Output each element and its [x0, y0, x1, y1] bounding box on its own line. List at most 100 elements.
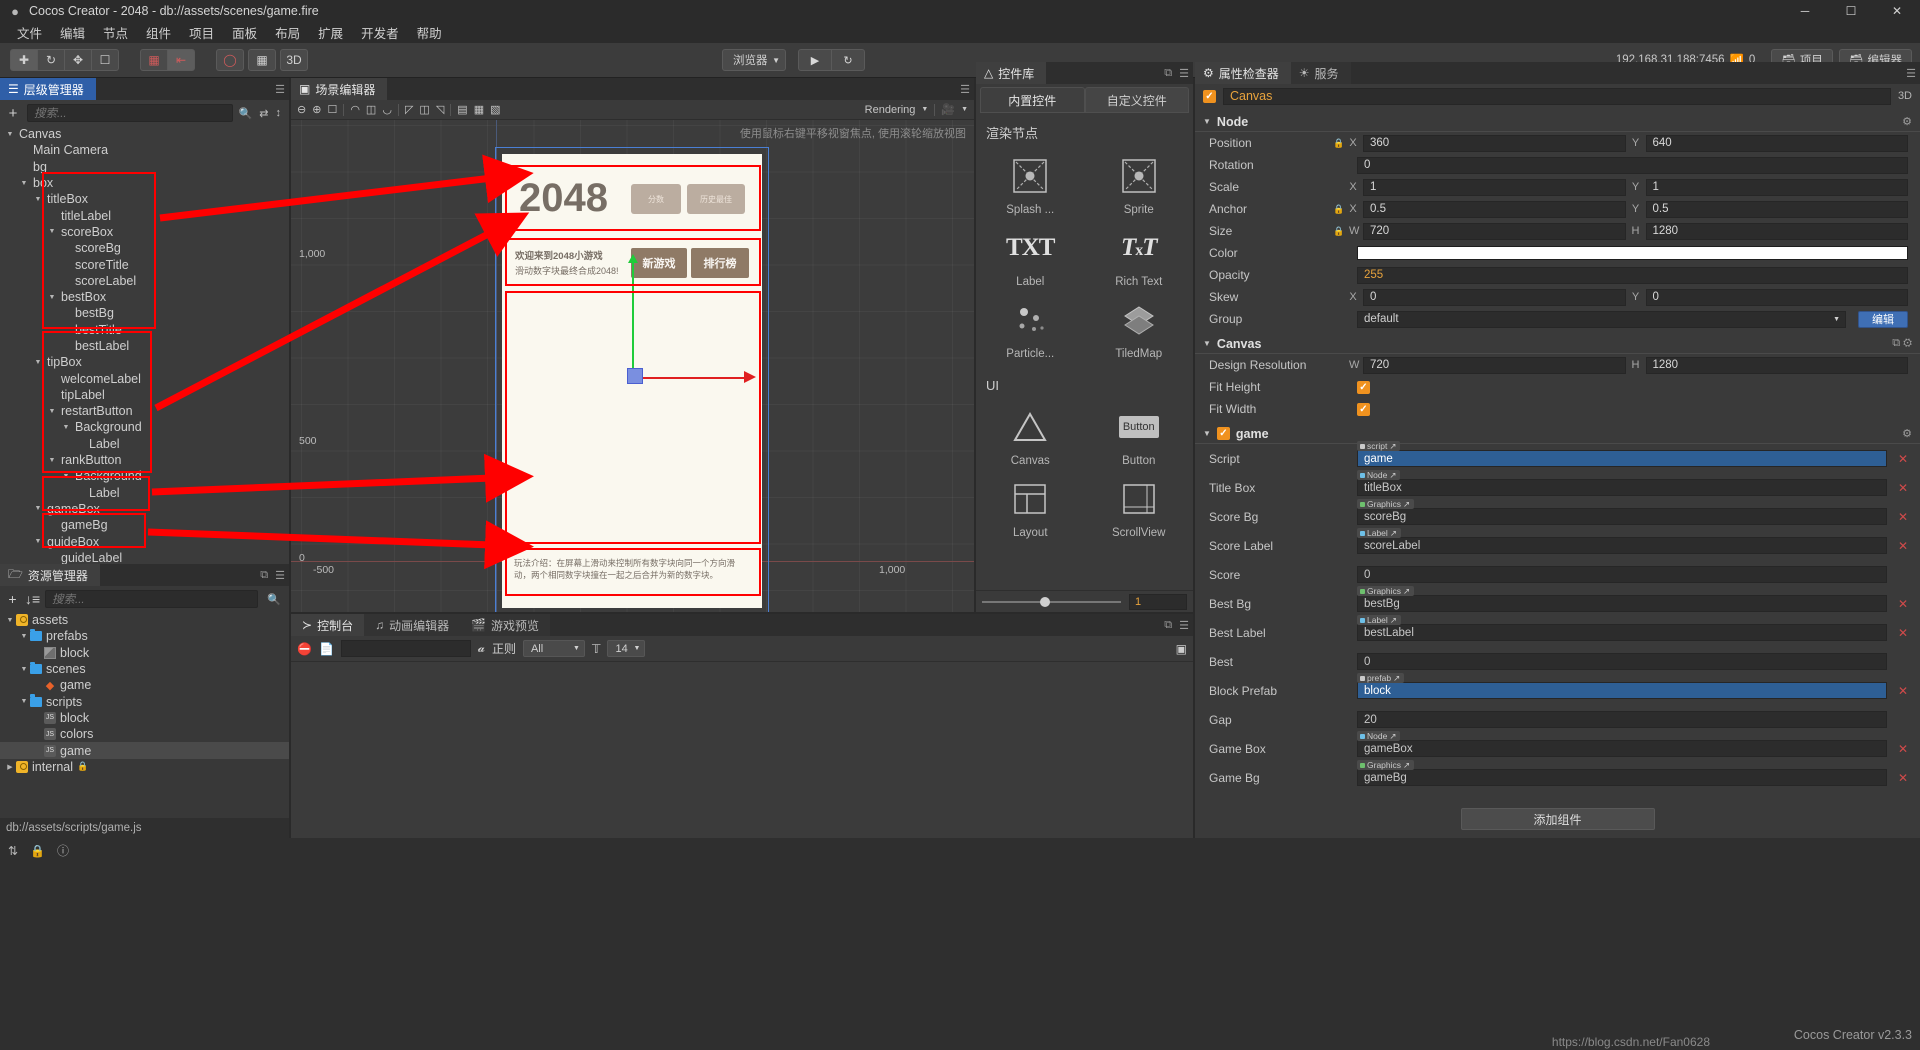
- size-width-input[interactable]: 720: [1363, 222, 1626, 240]
- zoom-in-icon[interactable]: ⊕: [312, 103, 321, 116]
- hierarchy-node-label[interactable]: Label: [0, 436, 289, 452]
- search-icon[interactable]: 🔍: [239, 107, 253, 120]
- hierarchy-node-tiplabel[interactable]: tipLabel: [0, 387, 289, 403]
- font-size-select[interactable]: 14 ▼: [607, 640, 646, 657]
- refresh-button[interactable]: ↻: [831, 49, 865, 71]
- chevron-down-icon[interactable]: ▼: [18, 180, 30, 187]
- widget-splash[interactable]: Splash ...: [976, 148, 1085, 220]
- hierarchy-node-titlelabel[interactable]: titleLabel: [0, 207, 289, 223]
- game-property-value[interactable]: scoreLabel: [1357, 537, 1887, 554]
- asset-item-prefabs[interactable]: ▼ prefabs: [0, 628, 289, 644]
- external-link-icon[interactable]: ↗: [1393, 673, 1400, 683]
- asset-item-scripts[interactable]: ▼ scripts: [0, 693, 289, 709]
- hierarchy-node-box[interactable]: ▼ box: [0, 175, 289, 191]
- browser-select[interactable]: 浏览器 ▼: [722, 49, 786, 71]
- hierarchy-node-scoretitle[interactable]: scoreTitle: [0, 256, 289, 272]
- game-property-value[interactable]: 0: [1357, 566, 1887, 583]
- game-property-value[interactable]: scoreBg: [1357, 508, 1887, 525]
- game-property-value[interactable]: 20: [1357, 711, 1887, 728]
- hierarchy-node-label[interactable]: Label: [0, 485, 289, 501]
- scale-y-input[interactable]: 1: [1645, 178, 1908, 196]
- rotate-tool-button[interactable]: ↻: [37, 49, 65, 71]
- chevron-down-icon[interactable]: ▼: [32, 538, 44, 545]
- hierarchy-node-gamebox[interactable]: ▼ gameBox: [0, 501, 289, 517]
- external-link-icon[interactable]: ↗: [1389, 731, 1396, 741]
- rect-tool-button[interactable]: ☐: [91, 49, 119, 71]
- asset-item-assets[interactable]: ▼ assets: [0, 612, 289, 628]
- tab-assets[interactable]: 🗁 资源管理器: [0, 564, 100, 586]
- fit-width-checkbox[interactable]: ✓: [1357, 402, 1370, 416]
- skew-y-input[interactable]: 0: [1645, 288, 1908, 306]
- align-vcenter-icon[interactable]: ◫: [419, 103, 429, 116]
- external-link-icon[interactable]: ↗: [1403, 586, 1410, 596]
- rendering-chevron-icon[interactable]: ▼: [921, 106, 928, 113]
- assets-search-icon[interactable]: 🔍: [267, 593, 281, 606]
- hierarchy-node-besttitle[interactable]: bestTitle: [0, 322, 289, 338]
- assets-search-input[interactable]: 搜索...: [45, 590, 259, 608]
- position-y-input[interactable]: 640: [1645, 134, 1908, 152]
- game-property-value[interactable]: game: [1357, 450, 1887, 467]
- color-swatch[interactable]: [1357, 246, 1908, 260]
- clear-reference-button[interactable]: ✕: [1898, 481, 1908, 495]
- expand-icon[interactable]: ⇄: [259, 107, 268, 120]
- minimize-button[interactable]: ─: [1782, 0, 1828, 22]
- hierarchy-node-titlebox[interactable]: ▼ titleBox: [0, 191, 289, 207]
- align-top-icon[interactable]: ◸: [405, 103, 413, 116]
- chevron-down-icon[interactable]: ▼: [46, 457, 58, 464]
- widget-tiledmap[interactable]: TiledMap: [1085, 292, 1194, 364]
- create-asset-button[interactable]: +: [5, 591, 20, 607]
- gizmo-y-axis[interactable]: [632, 260, 634, 378]
- assets-float-icon[interactable]: ⧉: [260, 569, 268, 582]
- menu-extension[interactable]: 扩展: [309, 21, 352, 44]
- local-coord-button[interactable]: ◯: [216, 49, 244, 71]
- game-section-header[interactable]: ▼ ✓ game ⚙: [1195, 424, 1920, 444]
- game-property-value[interactable]: titleBox: [1357, 479, 1887, 496]
- sort-assets-button[interactable]: ↓≡: [25, 591, 40, 607]
- menu-layout[interactable]: 布局: [266, 21, 309, 44]
- menu-edit[interactable]: 编辑: [51, 21, 94, 44]
- hierarchy-node-restartbutton[interactable]: ▼ restartButton: [0, 403, 289, 419]
- chevron-down-icon[interactable]: ▼: [18, 698, 30, 705]
- assets-menu-icon[interactable]: ☰: [275, 569, 285, 582]
- export-log-icon[interactable]: 📄: [319, 642, 334, 656]
- external-link-icon[interactable]: ↗: [1389, 470, 1396, 480]
- asset-item-game[interactable]: ◆ game: [0, 677, 289, 693]
- external-link-icon[interactable]: ↗: [1390, 528, 1397, 538]
- size-lock-icon[interactable]: 🔒: [1333, 226, 1344, 237]
- add-node-button[interactable]: +: [5, 105, 21, 122]
- clear-reference-button[interactable]: ✕: [1898, 771, 1908, 785]
- hierarchy-node-scorebox[interactable]: ▼ scoreBox: [0, 224, 289, 240]
- hierarchy-node-gamebg[interactable]: gameBg: [0, 517, 289, 533]
- align-right-icon[interactable]: ◡: [382, 103, 392, 116]
- widget-richtext[interactable]: TxT Rich Text: [1085, 220, 1194, 292]
- asset-item-game[interactable]: JS game: [0, 742, 289, 759]
- menu-component[interactable]: 组件: [137, 21, 180, 44]
- widget-sprite[interactable]: Sprite: [1085, 148, 1194, 220]
- clear-reference-button[interactable]: ✕: [1898, 539, 1908, 553]
- chevron-down-icon[interactable]: ▶: [4, 763, 16, 771]
- anchor-x-input[interactable]: 0.5: [1363, 200, 1626, 218]
- log-level-select[interactable]: All ▼: [522, 640, 585, 657]
- chevron-down-icon[interactable]: ▼: [4, 617, 16, 624]
- clear-reference-button[interactable]: ✕: [1898, 597, 1908, 611]
- canvas-section-header[interactable]: ▼ Canvas ⧉ ⚙: [1195, 334, 1920, 354]
- menu-panel[interactable]: 面板: [223, 21, 266, 44]
- inspector-menu-icon[interactable]: ☰: [1906, 67, 1916, 80]
- clear-reference-button[interactable]: ✕: [1898, 684, 1908, 698]
- collapse-icon[interactable]: ↕: [276, 107, 282, 120]
- align-left-icon[interactable]: ◠: [350, 103, 360, 116]
- canvas-section-icons[interactable]: ⧉ ⚙: [1892, 337, 1912, 350]
- tab-scene-editor[interactable]: ▣ 场景编辑器: [291, 78, 388, 100]
- hierarchy-node-bestlabel[interactable]: bestLabel: [0, 338, 289, 354]
- gizmo-x-axis[interactable]: [638, 377, 746, 379]
- distribute-icon[interactable]: ▧: [490, 103, 500, 116]
- game-property-value[interactable]: bestBg: [1357, 595, 1887, 612]
- hierarchy-node-guidebox[interactable]: ▼ guideBox: [0, 533, 289, 549]
- console-collapse-icon[interactable]: ▣: [1176, 642, 1187, 656]
- chevron-down-icon[interactable]: ▼: [46, 294, 58, 301]
- rendering-mode-label[interactable]: Rendering: [865, 104, 916, 116]
- external-link-icon[interactable]: ↗: [1389, 441, 1396, 451]
- tab-hierarchy[interactable]: ☰ 层级管理器: [0, 78, 96, 100]
- clear-reference-button[interactable]: ✕: [1898, 626, 1908, 640]
- scene-viewport[interactable]: 1,000 500 0 -500 500 1,000 使用鼠标右键平移视窗焦点,…: [291, 120, 974, 612]
